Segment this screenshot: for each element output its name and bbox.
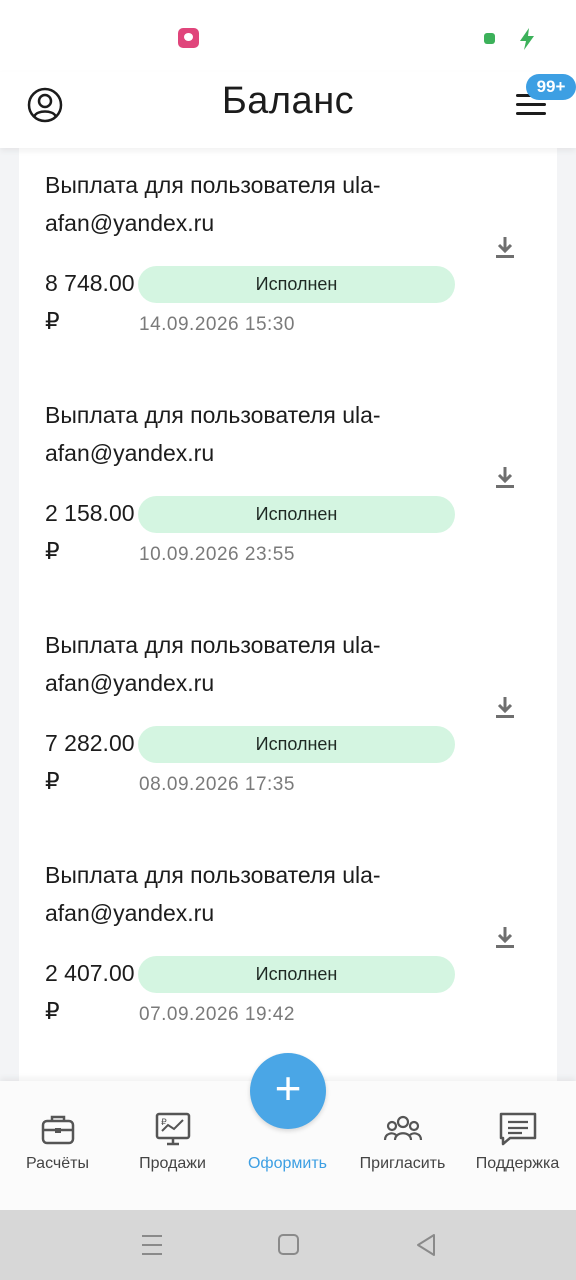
- payout-date: 10.09.2026 23:55: [139, 544, 295, 565]
- payout-item: Выплата для пользователя ula-afan@yandex…: [19, 838, 557, 1068]
- payout-item: Выплата для пользователя ula-afan@yandex…: [19, 608, 557, 838]
- payout-amount: 2 407.00 ₽: [45, 960, 135, 1024]
- notification-app-icon: [178, 28, 199, 48]
- briefcase-icon: [41, 1115, 74, 1145]
- payout-date: 08.09.2026 17:35: [139, 774, 295, 795]
- payout-amount: 2 158.00 ₽: [45, 500, 135, 564]
- people-group-icon: [383, 1115, 422, 1141]
- sales-monitor-icon: ₽: [155, 1112, 190, 1146]
- app-header: Баланс 99+: [0, 72, 576, 148]
- notification-badge[interactable]: 99+: [526, 74, 576, 100]
- download-icon[interactable]: [493, 695, 517, 721]
- status-badge: Исполнен: [138, 496, 455, 533]
- payout-amount: 7 282.00 ₽: [45, 730, 135, 794]
- payout-item: Выплата для пользователя ula-afan@yandex…: [19, 378, 557, 608]
- recent-apps-icon[interactable]: [139, 1232, 165, 1258]
- page-title: Баланс: [221, 80, 355, 122]
- screen: { "header": { "title": "Баланс", "badge"…: [0, 0, 576, 1280]
- chat-bubble-icon: [499, 1112, 536, 1146]
- status-badge: Исполнен: [138, 956, 455, 993]
- payout-amount: 8 748.00 ₽: [45, 270, 135, 334]
- payout-title: Выплата для пользователя ula-afan@yandex…: [45, 862, 381, 926]
- home-icon[interactable]: [276, 1232, 302, 1258]
- svg-text:₽: ₽: [161, 1118, 167, 1128]
- nav-item-support[interactable]: Поддержка: [460, 1081, 575, 1211]
- nav-item-sales[interactable]: ₽ Продажи: [115, 1081, 230, 1211]
- nav-item-settlements[interactable]: Расчёты: [0, 1081, 115, 1211]
- payout-date: 14.09.2026 15:30: [139, 314, 295, 335]
- back-icon[interactable]: [414, 1232, 440, 1258]
- system-nav-bar: [0, 1210, 576, 1280]
- plus-icon: +: [274, 1062, 302, 1114]
- download-icon[interactable]: [493, 925, 517, 951]
- payout-item: Выплата для пользователя ula-afan@yandex…: [19, 148, 557, 378]
- charging-bolt-icon: [520, 28, 534, 50]
- status-bar: [0, 0, 576, 72]
- payout-title: Выплата для пользователя ula-afan@yandex…: [45, 402, 381, 466]
- download-icon[interactable]: [493, 235, 517, 261]
- payout-title: Выплата для пользователя ula-afan@yandex…: [45, 632, 381, 696]
- payout-date: 07.09.2026 19:42: [139, 1004, 295, 1025]
- nav-label: Поддержка: [475, 1155, 560, 1172]
- download-icon[interactable]: [493, 465, 517, 491]
- status-badge: Исполнен: [138, 266, 455, 303]
- payout-title: Выплата для пользователя ula-afan@yandex…: [45, 172, 381, 236]
- status-dot-icon: [484, 33, 495, 44]
- payout-list: Выплата для пользователя ula-afan@yandex…: [19, 148, 557, 1098]
- status-badge: Исполнен: [138, 726, 455, 763]
- nav-item-invite[interactable]: Пригласить: [345, 1081, 460, 1211]
- create-fab-button[interactable]: +: [250, 1053, 326, 1129]
